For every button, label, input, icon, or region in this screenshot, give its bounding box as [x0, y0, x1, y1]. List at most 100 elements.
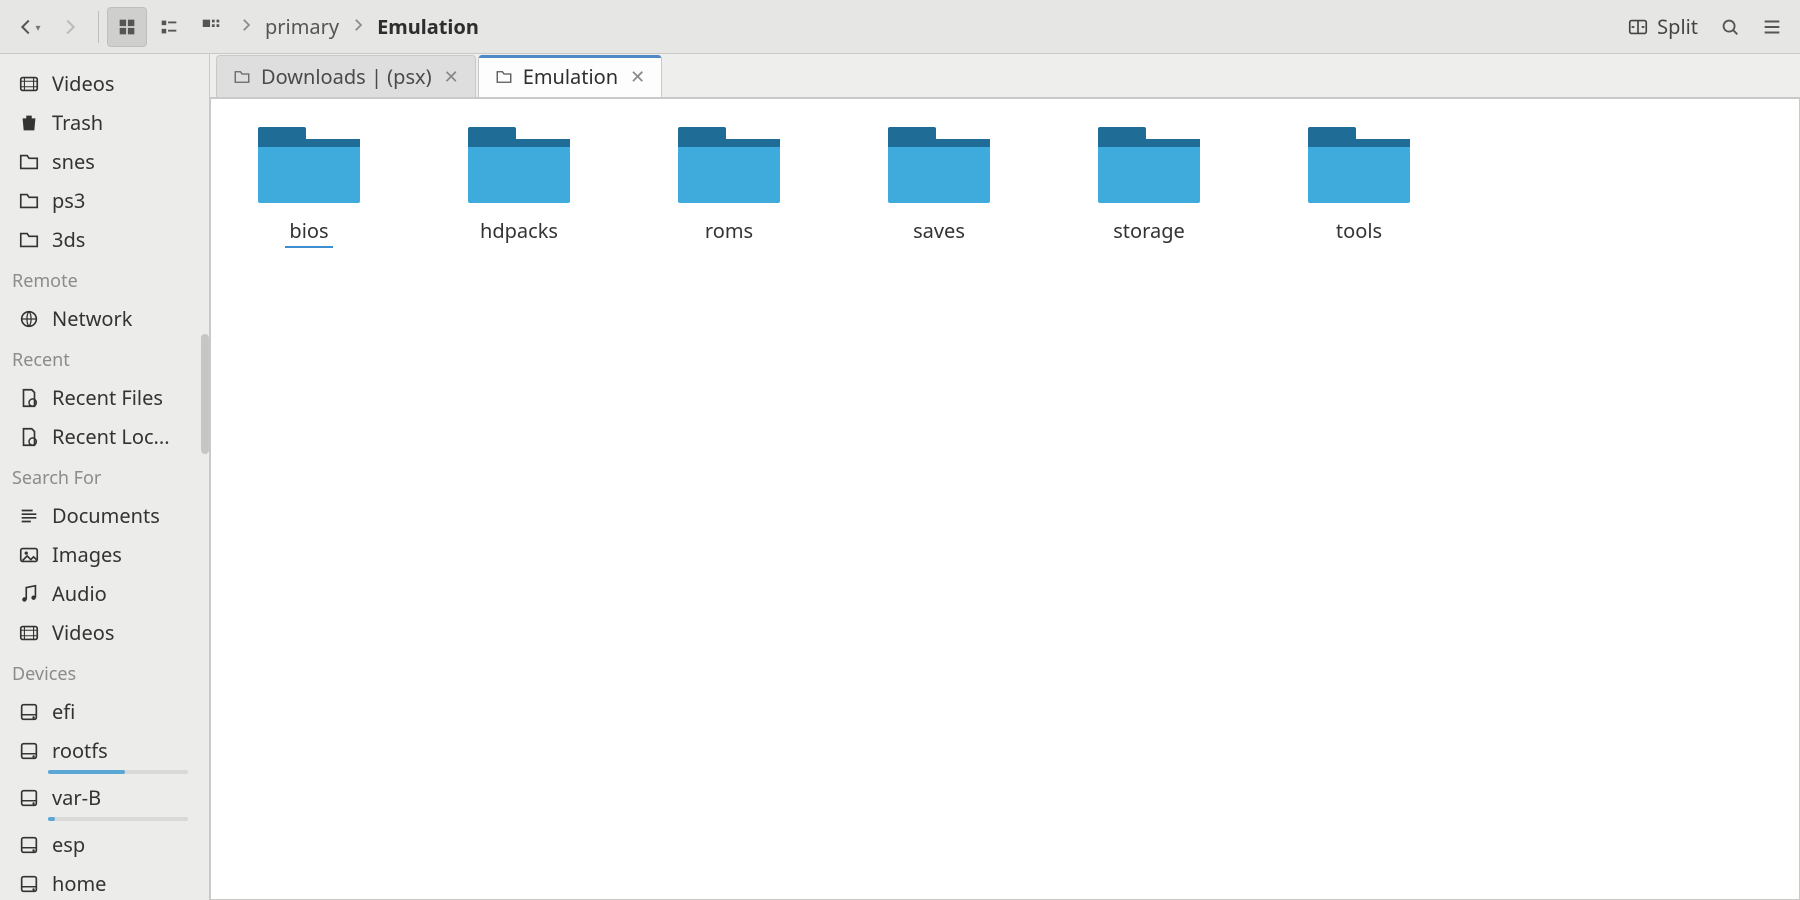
grid-view-icon: [116, 16, 138, 38]
sidebar-item-videos[interactable]: Videos: [0, 64, 209, 103]
sidebar-item-trash[interactable]: Trash: [0, 103, 209, 142]
sidebar-device-item[interactable]: rootfs: [0, 731, 209, 770]
folder-icon: [495, 68, 513, 86]
folder-item[interactable]: roms: [659, 117, 799, 248]
hamburger-icon: [1761, 16, 1783, 38]
sidebar-scrollbar[interactable]: [201, 334, 209, 454]
recent-locations-icon: [18, 426, 40, 448]
folder-icon: [1304, 117, 1414, 207]
network-icon: [18, 308, 40, 330]
documents-icon: [18, 505, 40, 527]
folder-name-label: bios: [285, 217, 332, 248]
sidebar-heading-search: Search For: [0, 456, 209, 496]
sidebar-item-label: esp: [52, 831, 85, 858]
hdd-icon: [18, 701, 40, 723]
folder-icon: [233, 68, 251, 86]
sidebar-item-label: Network: [52, 305, 132, 332]
tab-label: Downloads | (psx): [261, 63, 432, 90]
sidebar-item-label: Trash: [52, 109, 103, 136]
folder-item[interactable]: bios: [239, 117, 379, 248]
folder-item[interactable]: hdpacks: [449, 117, 589, 248]
folder-icon: [464, 117, 574, 207]
folder-item[interactable]: storage: [1079, 117, 1219, 248]
sidebar-item-label: home: [52, 870, 106, 897]
tab-close-button[interactable]: ✕: [442, 65, 461, 89]
sidebar-item-recent-files[interactable]: Recent Files: [0, 378, 209, 417]
folder-icon: [674, 117, 784, 207]
video-icon: [18, 622, 40, 644]
sidebar-item-documents[interactable]: Documents: [0, 496, 209, 535]
tab-emulation[interactable]: Emulation ✕: [478, 55, 663, 97]
video-icon: [18, 73, 40, 95]
sidebar-item-label: Audio: [52, 580, 107, 607]
sidebar-item-label: rootfs: [52, 737, 108, 764]
device-usage-bar: [48, 817, 188, 821]
sidebar-item-images[interactable]: Images: [0, 535, 209, 574]
view-icons-button[interactable]: [107, 7, 147, 47]
hdd-icon: [18, 787, 40, 809]
recent-files-icon: [18, 387, 40, 409]
back-button[interactable]: ▾: [8, 7, 48, 47]
split-view-button[interactable]: Split: [1617, 7, 1708, 47]
split-icon: [1627, 16, 1649, 38]
sidebar-item-network[interactable]: Network: [0, 299, 209, 338]
menu-button[interactable]: [1752, 7, 1792, 47]
sidebar-device-item[interactable]: efi: [0, 692, 209, 731]
forward-button[interactable]: [50, 7, 90, 47]
view-compact-button[interactable]: [149, 7, 189, 47]
images-icon: [18, 544, 40, 566]
chevron-left-icon: [15, 16, 37, 38]
folder-name-label: hdpacks: [476, 217, 562, 246]
folder-name-label: storage: [1109, 217, 1189, 246]
sidebar-item-ps3[interactable]: ps3: [0, 181, 209, 220]
folder-icon: [254, 117, 364, 207]
sidebar-heading-remote: Remote: [0, 259, 209, 299]
search-icon: [1719, 16, 1741, 38]
view-details-button[interactable]: [191, 7, 231, 47]
sidebar-item-label: Recent Files: [52, 384, 163, 411]
compact-view-icon: [158, 16, 180, 38]
toolbar-separator: [98, 11, 99, 43]
tab-bar: Downloads | (psx) ✕ Emulation ✕: [210, 54, 1800, 98]
breadcrumb-segment-current[interactable]: Emulation: [373, 11, 483, 42]
folder-icon: [1094, 117, 1204, 207]
sidebar-heading-devices: Devices: [0, 652, 209, 692]
hdd-icon: [18, 834, 40, 856]
sidebar-device-item[interactable]: var-B: [0, 778, 209, 817]
sidebar-item-snes[interactable]: snes: [0, 142, 209, 181]
sidebar-heading-recent: Recent: [0, 338, 209, 378]
sidebar-item-label: Documents: [52, 502, 160, 529]
folder-name-label: tools: [1332, 217, 1386, 246]
breadcrumb-segment[interactable]: primary: [261, 11, 343, 42]
sidebar-item-3ds[interactable]: 3ds: [0, 220, 209, 259]
sidebar-item-videos-search[interactable]: Videos: [0, 613, 209, 652]
hdd-icon: [18, 740, 40, 762]
trash-icon: [18, 112, 40, 134]
sidebar-item-label: Videos: [52, 70, 114, 97]
sidebar-device-item[interactable]: home: [0, 864, 209, 900]
folder-name-label: saves: [909, 217, 969, 246]
tab-close-button[interactable]: ✕: [628, 65, 647, 89]
breadcrumb: primary Emulation: [233, 11, 483, 42]
device-usage-bar: [48, 770, 188, 774]
sidebar-item-label: 3ds: [52, 226, 85, 253]
sidebar-item-label: Images: [52, 541, 122, 568]
folder-name-label: roms: [701, 217, 757, 246]
tab-label: Emulation: [523, 63, 618, 90]
chevron-right-icon: [59, 16, 81, 38]
search-button[interactable]: [1710, 7, 1750, 47]
places-sidebar: Videos Trash snes ps3 3ds Remote Network…: [0, 54, 210, 900]
breadcrumb-separator-icon: [237, 13, 255, 40]
folder-item[interactable]: saves: [869, 117, 1009, 248]
folder-icon: [18, 190, 40, 212]
sidebar-item-label: efi: [52, 698, 75, 725]
sidebar-device-item[interactable]: esp: [0, 825, 209, 864]
sidebar-item-label: snes: [52, 148, 95, 175]
sidebar-item-label: Recent Loc...: [52, 423, 170, 450]
sidebar-item-audio[interactable]: Audio: [0, 574, 209, 613]
tab-downloads[interactable]: Downloads | (psx) ✕: [216, 55, 476, 97]
folder-item[interactable]: tools: [1289, 117, 1429, 248]
folder-icon: [884, 117, 994, 207]
folder-view[interactable]: bios hdpacks roms saves storage tools: [210, 98, 1800, 900]
sidebar-item-recent-locations[interactable]: Recent Loc...: [0, 417, 209, 456]
